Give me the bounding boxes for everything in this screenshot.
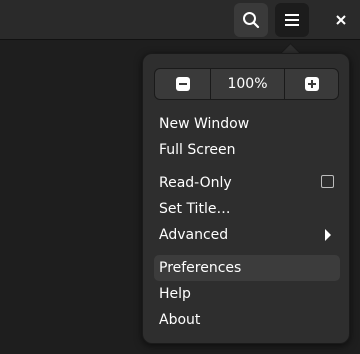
zoom-out-icon [175, 77, 190, 91]
headerbar [0, 0, 360, 40]
read-only-checkbox[interactable] [321, 175, 334, 188]
menu-item-label: Help [159, 286, 191, 302]
menu-item-full-screen[interactable]: Full Screen [154, 137, 340, 163]
menu-item-advanced[interactable]: Advanced [154, 222, 340, 248]
menu-item-label: New Window [159, 116, 250, 132]
menu-item-set-title[interactable]: Set Title… [154, 196, 340, 222]
menu-item-read-only[interactable]: Read-Only [154, 170, 340, 196]
search-button[interactable] [234, 3, 268, 37]
hamburger-menu-icon [285, 14, 299, 26]
menu-item-preferences[interactable]: Preferences [154, 255, 340, 281]
menu-item-new-window[interactable]: New Window [154, 111, 340, 137]
main-menu-popover: 100% New Window Full Screen Read-Only Se… [142, 53, 350, 344]
main-menu-button[interactable] [275, 3, 309, 37]
zoom-in-button[interactable] [285, 69, 338, 99]
menu-item-label: Advanced [159, 227, 229, 243]
menu-item-label: Full Screen [159, 142, 236, 158]
menu-item-help[interactable]: Help [154, 281, 340, 307]
zoom-level-button[interactable]: 100% [211, 69, 285, 99]
submenu-arrow-icon [325, 229, 331, 241]
zoom-in-icon [304, 77, 319, 91]
menu-item-about[interactable]: About [154, 307, 340, 333]
zoom-out-button[interactable] [155, 69, 211, 99]
search-icon [243, 12, 260, 29]
menu-item-label: Read-Only [159, 175, 232, 191]
close-button[interactable] [324, 3, 358, 37]
menu-item-label: Set Title… [159, 201, 231, 217]
zoom-control: 100% [154, 68, 339, 100]
close-icon [336, 15, 346, 25]
menu-item-label: About [159, 312, 201, 328]
menu-item-label: Preferences [159, 260, 242, 276]
